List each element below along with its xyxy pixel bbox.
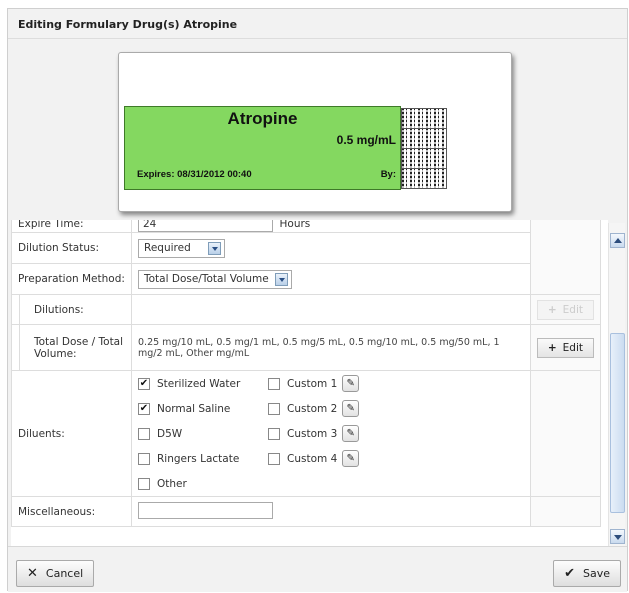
miscellaneous-input[interactable] xyxy=(138,501,273,519)
chevron-down-icon xyxy=(274,272,288,286)
diluent-options: ✔ Sterilized Water Custom 1 ✎ ✔ Normal S… xyxy=(138,371,524,496)
plus-icon: + xyxy=(547,303,557,316)
diluent-ringers-lactate[interactable]: Ringers Lactate xyxy=(138,450,268,467)
row-expire-time: Expire Time: 24 Hours xyxy=(11,220,602,295)
expire-time-unit: Hours xyxy=(279,220,311,230)
checkmark-icon: ✔ xyxy=(564,566,575,581)
row-miscellaneous: Miscellaneous: xyxy=(11,496,602,527)
label-preview-card: Atropine 0.5 mg/mL Expires: 08/31/2012 0… xyxy=(118,52,512,212)
preparation-method-select[interactable]: Total Dose/Total Volume xyxy=(138,269,292,289)
checkbox[interactable] xyxy=(268,377,280,390)
diluent-custom-2[interactable]: Custom 2 ✎ xyxy=(268,400,368,417)
row-total-dose: Total Dose / Total Volume: 0.25 mg/10 mL… xyxy=(11,324,602,371)
expire-time-input[interactable]: 24 xyxy=(138,220,273,232)
diluent-normal-saline[interactable]: ✔ Normal Saline xyxy=(138,400,268,417)
cancel-button[interactable]: ✕ Cancel xyxy=(16,560,95,587)
dilution-status-label: Dilution Status: xyxy=(11,232,132,264)
total-dose-label: Total Dose / Total Volume: xyxy=(19,324,132,371)
diluent-other[interactable]: Other xyxy=(138,475,268,492)
barcode-icon xyxy=(401,128,447,149)
checkbox[interactable] xyxy=(138,427,150,440)
checkbox[interactable] xyxy=(268,402,280,415)
chevron-down-icon xyxy=(208,241,221,255)
miscellaneous-label: Miscellaneous: xyxy=(11,496,132,527)
dialog-footer: ✕ Cancel ✔ Save xyxy=(8,546,627,592)
label-preview-area: Atropine 0.5 mg/mL Expires: 08/31/2012 0… xyxy=(8,40,627,220)
plus-icon: + xyxy=(547,341,557,354)
scroll-down-icon[interactable] xyxy=(610,529,625,544)
close-icon: ✕ xyxy=(27,566,38,581)
row-diluents: Diluents: ✔ Sterilized Water Custom 1 ✎ xyxy=(11,370,602,497)
checkbox[interactable] xyxy=(268,427,280,440)
checkbox[interactable]: ✔ xyxy=(138,377,150,390)
drug-name: Atropine xyxy=(227,109,298,128)
dialog-title: Editing Formulary Drug(s) Atropine xyxy=(18,18,238,31)
total-dose-value: 0.25 mg/10 mL, 0.5 mg/1 mL, 0.5 mg/5 mL,… xyxy=(131,324,531,371)
diluent-d5w[interactable]: D5W xyxy=(138,425,268,442)
dilution-status-select[interactable]: Required xyxy=(138,238,225,258)
scroll-up-icon[interactable] xyxy=(610,233,625,248)
form-scroll-area[interactable]: Expire Time: 24 Hours Dilution Status: R… xyxy=(11,220,608,546)
diluent-sterilized-water[interactable]: ✔ Sterilized Water xyxy=(138,375,268,392)
formulary-form: Expire Time: 24 Hours Dilution Status: R… xyxy=(11,220,602,527)
expire-time-label: Expire Time: xyxy=(11,220,132,233)
total-dose-edit-button[interactable]: + Edit xyxy=(536,337,594,358)
scrollbar-thumb[interactable] xyxy=(610,333,625,513)
checkbox[interactable]: ✔ xyxy=(138,402,150,415)
diluent-custom-3[interactable]: Custom 3 ✎ xyxy=(268,425,368,442)
expires-text: Expires: 08/31/2012 00:40 xyxy=(137,169,252,180)
pencil-icon[interactable]: ✎ xyxy=(342,450,360,467)
barcode-group xyxy=(401,108,448,189)
vertical-scrollbar[interactable] xyxy=(608,223,625,546)
pencil-icon[interactable]: ✎ xyxy=(342,375,360,392)
checkbox[interactable] xyxy=(138,452,150,465)
diluents-label: Diluents: xyxy=(11,370,132,497)
pencil-icon[interactable]: ✎ xyxy=(342,425,360,442)
barcode-icon xyxy=(401,148,447,169)
drug-concentration: 0.5 mg/mL xyxy=(336,133,396,147)
row-dilution-status: Dilution Status: Required xyxy=(11,232,601,264)
barcode-icon xyxy=(401,168,447,189)
drug-label: Atropine 0.5 mg/mL Expires: 08/31/2012 0… xyxy=(124,106,401,190)
checkbox[interactable] xyxy=(268,452,280,465)
diluent-custom-1[interactable]: Custom 1 ✎ xyxy=(268,375,368,392)
row-preparation-method: Preparation Method: Total Dose/Total Vol… xyxy=(11,263,601,295)
checkbox[interactable] xyxy=(138,477,150,490)
row-dilutions: Dilutions: + Edit xyxy=(11,294,602,325)
diluent-custom-4[interactable]: Custom 4 ✎ xyxy=(268,450,368,467)
preparation-method-label: Preparation Method: xyxy=(11,263,132,295)
by-text: By: xyxy=(380,169,396,180)
dilutions-edit-button[interactable]: + Edit xyxy=(536,299,594,320)
dilutions-label: Dilutions: xyxy=(19,294,132,325)
dialog-title-bar: Editing Formulary Drug(s) Atropine xyxy=(8,9,627,39)
barcode-icon xyxy=(401,108,447,129)
save-button[interactable]: ✔ Save xyxy=(553,560,621,587)
pencil-icon[interactable]: ✎ xyxy=(342,400,360,417)
edit-drug-dialog: Editing Formulary Drug(s) Atropine Atrop… xyxy=(7,8,628,592)
